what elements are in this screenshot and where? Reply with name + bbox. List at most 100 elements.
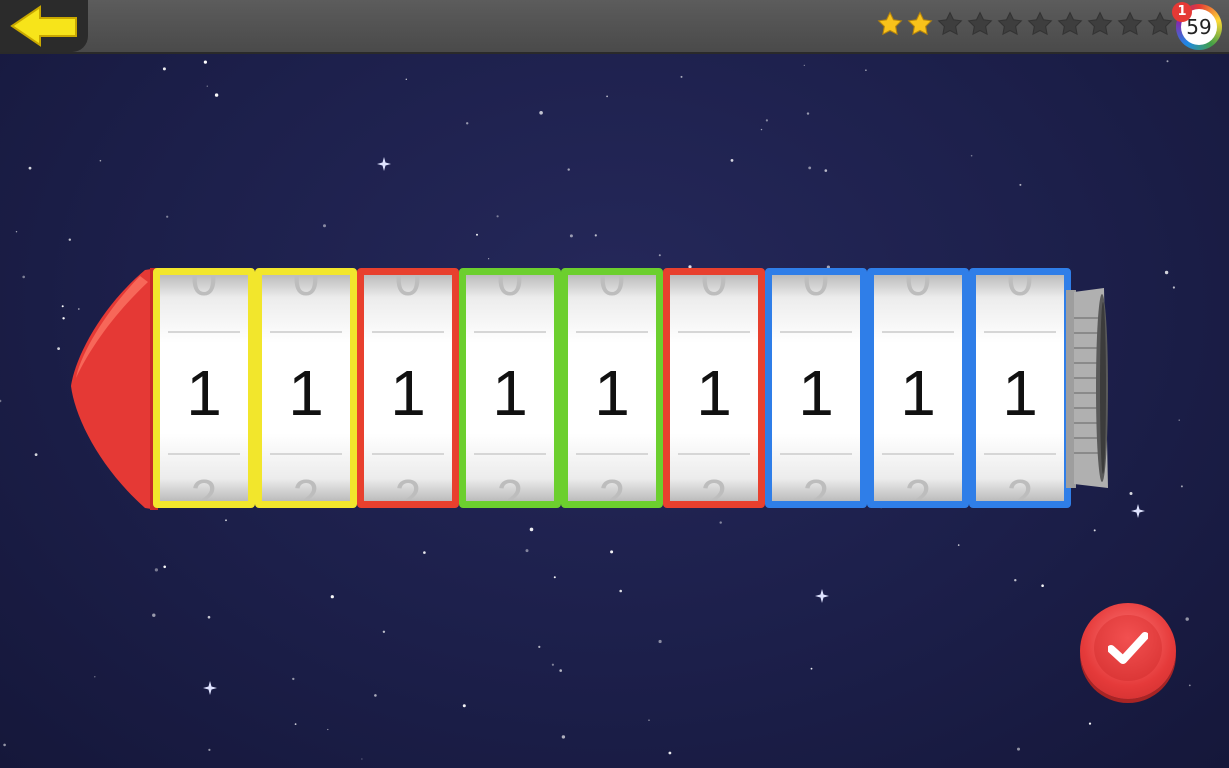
wheel-digit-current: 1 xyxy=(1002,357,1038,429)
star-dot xyxy=(374,694,377,697)
submit-button[interactable] xyxy=(1080,603,1176,699)
wheel-divider xyxy=(270,453,342,455)
wheel-divider xyxy=(372,453,444,455)
star-dot xyxy=(970,154,973,157)
wheel-divider xyxy=(270,331,342,333)
star-dot xyxy=(225,519,227,522)
star-dot xyxy=(423,551,426,554)
wheel-digit-previous: 0 xyxy=(904,268,932,306)
digit-wheel-8[interactable]: 0 1 2 xyxy=(867,268,969,508)
star-dot xyxy=(207,615,211,619)
star-dot xyxy=(1185,617,1189,621)
wheel-divider xyxy=(780,331,852,333)
star-dot xyxy=(22,275,26,279)
star-empty-icon xyxy=(1117,11,1143,37)
star-dot xyxy=(730,159,734,162)
wheel-digit-previous: 0 xyxy=(394,268,422,306)
star-dot xyxy=(361,758,363,760)
submit-button-face xyxy=(1094,615,1162,681)
star-dot xyxy=(1017,747,1020,751)
digit-wheel-1[interactable]: 0 1 2 xyxy=(153,268,255,508)
wheel-divider xyxy=(678,453,750,455)
star-dot xyxy=(529,527,534,532)
wheel-divider xyxy=(576,453,648,455)
star-dot xyxy=(57,347,60,350)
wheel-divider xyxy=(474,453,546,455)
star-dot xyxy=(68,238,72,241)
wheel-digit-current: 1 xyxy=(900,357,936,429)
star-dot xyxy=(719,521,722,524)
star-dot xyxy=(405,78,407,81)
star-dot xyxy=(1093,529,1096,532)
star-empty-icon xyxy=(997,11,1023,37)
rocket-engine xyxy=(1066,288,1108,488)
digit-wheel-6[interactable]: 0 1 2 xyxy=(663,268,765,508)
digit-wheel-9[interactable]: 0 1 2 xyxy=(969,268,1071,508)
progress-stars xyxy=(877,11,1173,37)
digit-wheel-3[interactable]: 0 1 2 xyxy=(357,268,459,508)
wheel-digit-current: 1 xyxy=(798,357,834,429)
wheel-digit-next: 2 xyxy=(1006,471,1034,508)
digit-wheel-7[interactable]: 0 1 2 xyxy=(765,268,867,508)
twinkle-star xyxy=(203,681,217,695)
star-dot xyxy=(488,258,490,260)
star-dot xyxy=(462,704,466,708)
wheel-divider xyxy=(984,453,1056,455)
wheel-digit-next: 2 xyxy=(394,471,422,508)
wheel-digit-current: 1 xyxy=(288,357,324,429)
star-dot xyxy=(1180,485,1183,488)
back-button[interactable] xyxy=(0,0,88,52)
star-dot xyxy=(292,677,295,681)
star-dot xyxy=(525,549,529,553)
star-dot xyxy=(1129,492,1133,495)
wheel-digit-current: 1 xyxy=(594,357,630,429)
star-empty-icon xyxy=(937,11,963,37)
star-dot xyxy=(1088,722,1092,725)
wheel-digit-current: 1 xyxy=(390,357,426,429)
wheel-digit-current: 1 xyxy=(696,357,732,429)
star-dot xyxy=(62,317,65,320)
star-dot xyxy=(810,667,813,670)
digit-wheel-5[interactable]: 0 1 2 xyxy=(561,268,663,508)
checkmark-icon xyxy=(1108,632,1148,664)
star-dot xyxy=(476,233,478,236)
top-bar: 59 1 xyxy=(0,0,1229,54)
digit-wheel-4[interactable]: 0 1 2 xyxy=(459,268,561,508)
wheel-digit-current: 1 xyxy=(492,357,528,429)
star-dot xyxy=(865,69,867,71)
notification-badge: 1 xyxy=(1172,2,1192,22)
wheel-digit-previous: 0 xyxy=(190,268,218,306)
star-dot xyxy=(330,595,334,599)
star-dot xyxy=(61,305,64,308)
digit-wheel-2[interactable]: 0 1 2 xyxy=(255,268,357,508)
star-dot xyxy=(760,128,763,131)
star-dot xyxy=(569,234,573,238)
wheel-digit-previous: 0 xyxy=(700,268,728,306)
wheel-digit-next: 2 xyxy=(496,471,524,508)
wheel-digit-next: 2 xyxy=(292,471,320,508)
wheel-divider xyxy=(372,331,444,333)
star-dot xyxy=(327,728,329,731)
star-empty-icon xyxy=(1027,11,1053,37)
star-dot xyxy=(166,215,169,218)
star-dot xyxy=(466,122,469,125)
star-dot xyxy=(648,719,650,721)
star-dot xyxy=(15,231,18,233)
star-empty-icon xyxy=(1057,11,1083,37)
wheel-divider xyxy=(474,331,546,333)
star-dot xyxy=(957,544,960,546)
twinkle-star xyxy=(377,157,391,171)
wheel-divider xyxy=(576,331,648,333)
star-dot xyxy=(619,589,622,593)
star-dot xyxy=(382,630,386,633)
star-dot xyxy=(668,751,672,755)
twinkle-star xyxy=(815,589,829,603)
wheel-digit-previous: 0 xyxy=(598,268,626,306)
wheel-divider xyxy=(780,453,852,455)
star-dot xyxy=(824,169,828,172)
arrow-left-icon xyxy=(10,5,77,47)
wheel-digit-previous: 0 xyxy=(802,268,830,306)
wheel-digit-next: 2 xyxy=(802,471,830,508)
star-dot xyxy=(99,159,102,162)
wheel-digit-next: 2 xyxy=(190,471,218,508)
